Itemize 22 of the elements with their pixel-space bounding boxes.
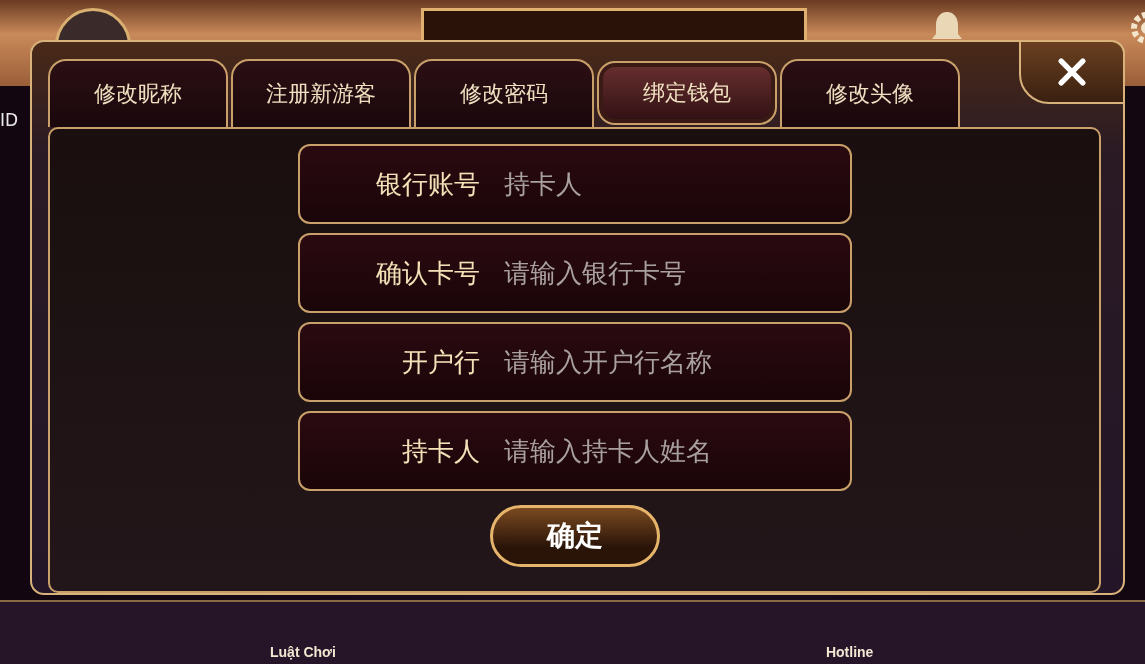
- text-input[interactable]: 请输入银行卡号: [501, 257, 850, 289]
- form-field[interactable]: 确认卡号 请输入银行卡号: [297, 233, 852, 313]
- tab[interactable]: 注册新游客: [231, 59, 411, 127]
- id-label: ID: [0, 110, 19, 130]
- nav-label[interactable]: Hotline: [825, 644, 874, 660]
- field-label: 持卡人: [400, 434, 480, 468]
- tab[interactable]: 修改头像: [780, 59, 960, 127]
- field-label: 开户行: [400, 345, 480, 379]
- field-label: 银行账号: [374, 167, 480, 201]
- tab[interactable]: 绑定钱包: [597, 61, 777, 125]
- text-input[interactable]: 请输入开户行名称: [501, 346, 850, 378]
- tab[interactable]: 修改昵称: [48, 59, 228, 127]
- confirm-button[interactable]: 确定: [489, 505, 660, 567]
- form-field[interactable]: 开户行 请输入开户行名称: [297, 322, 852, 402]
- text-input[interactable]: 请输入持卡人姓名: [501, 435, 850, 467]
- field-label: 确认卡号: [374, 256, 480, 290]
- nav-label[interactable]: Luật Chơi: [270, 644, 336, 660]
- text-input[interactable]: 持卡人: [501, 168, 850, 200]
- tab[interactable]: 修改密码: [414, 59, 594, 127]
- close-button[interactable]: [1019, 40, 1125, 104]
- form-field[interactable]: 持卡人 请输入持卡人姓名: [297, 411, 852, 491]
- form-field[interactable]: 银行账号 持卡人: [297, 144, 852, 224]
